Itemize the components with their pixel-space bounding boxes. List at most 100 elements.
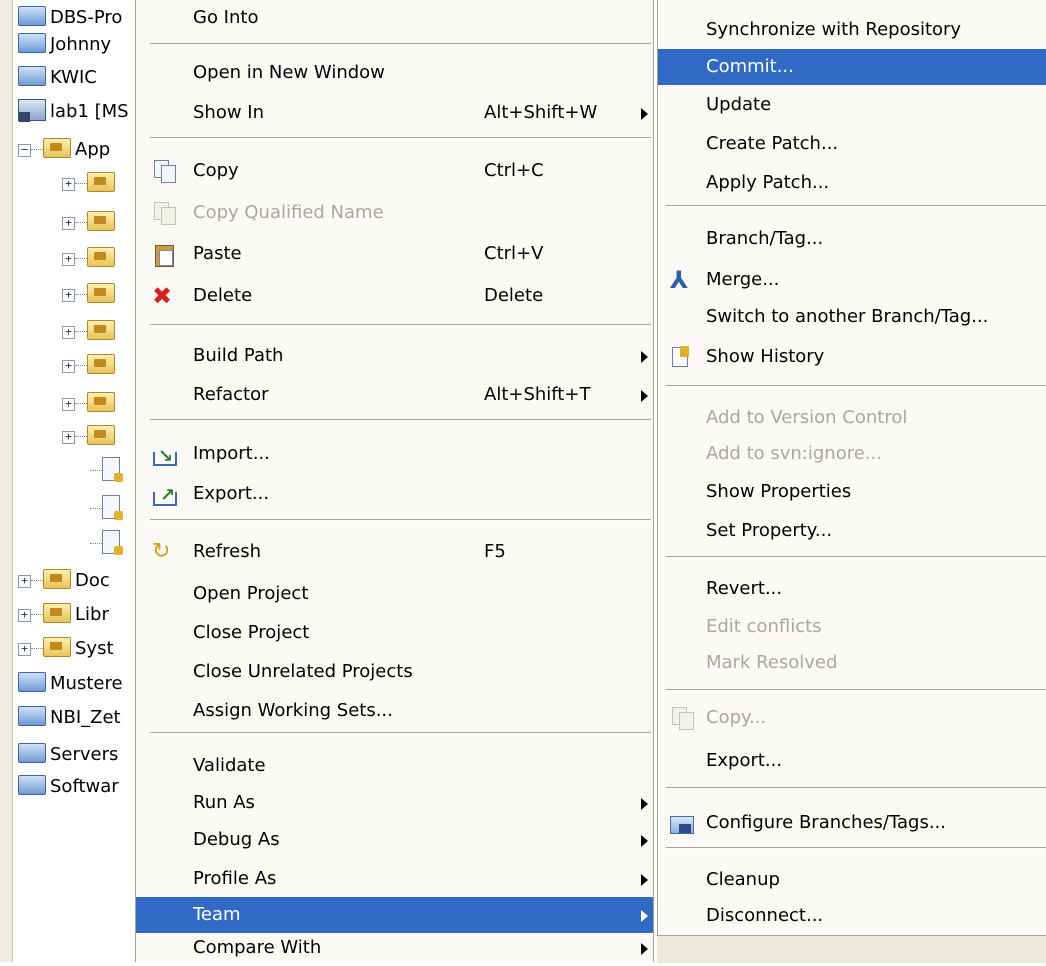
menu-item-show-in[interactable]: Show In Alt+Shift+W	[136, 95, 653, 131]
menu-separator	[150, 324, 651, 326]
package-folder-icon	[87, 247, 115, 267]
menu-item-cleanup[interactable]: Cleanup	[658, 862, 1046, 898]
menu-item-delete[interactable]: ✖ Delete Delete	[136, 278, 653, 314]
menu-item-export[interactable]: Export...	[136, 476, 653, 514]
menu-item-merge[interactable]: ⅄ Merge...	[658, 262, 1046, 298]
package-folder-icon	[43, 637, 71, 657]
menu-item-label: Import...	[193, 443, 270, 464]
submenu-arrow-icon	[641, 835, 648, 847]
expand-toggle-icon[interactable]: +	[18, 575, 31, 588]
menu-item-update[interactable]: Update	[658, 87, 1046, 123]
menu-item-label: Copy Qualified Name	[193, 202, 384, 223]
tree-item[interactable]: − App	[18, 134, 110, 166]
menu-item-paste[interactable]: Paste Ctrl+V	[136, 236, 653, 272]
menu-item-run-as[interactable]: Run As	[136, 785, 653, 821]
menu-item-revert[interactable]: Revert...	[658, 571, 1046, 607]
menu-item-disconnect[interactable]: Disconnect...	[658, 898, 1046, 934]
menu-separator	[150, 137, 651, 139]
merge-icon: ⅄	[670, 266, 689, 294]
expand-toggle-icon[interactable]: +	[18, 609, 31, 622]
expand-toggle-icon[interactable]: +	[18, 643, 31, 656]
menu-item-apply-patch[interactable]: Apply Patch...	[658, 165, 1046, 201]
package-folder-icon	[43, 603, 71, 623]
menu-separator	[666, 689, 1046, 691]
expand-toggle-icon[interactable]: +	[62, 360, 75, 373]
menu-item-copy[interactable]: Copy Ctrl+C	[136, 153, 653, 189]
expand-toggle-icon[interactable]: +	[62, 289, 75, 302]
expand-toggle-icon[interactable]: +	[62, 253, 75, 266]
menu-item-team[interactable]: Team	[136, 897, 653, 933]
menu-item-label: Show Properties	[706, 481, 852, 502]
menu-item-label: Assign Working Sets...	[193, 700, 393, 721]
menu-item-validate[interactable]: Validate	[136, 748, 653, 784]
menu-item-open-in-new-window[interactable]: Open in New Window	[136, 55, 653, 91]
menu-item-build-path[interactable]: Build Path	[136, 338, 653, 374]
tree-item[interactable]: KWIC	[18, 62, 97, 94]
menu-item-configure-branches-tags[interactable]: Configure Branches/Tags...	[658, 805, 1046, 841]
menu-item-label: Add to Version Control	[706, 407, 908, 428]
tree-item[interactable]	[90, 528, 124, 560]
menu-item-go-into[interactable]: Go Into	[136, 0, 653, 36]
menu-item-profile-as[interactable]: Profile As	[136, 861, 653, 897]
tree-item[interactable]: + Libr	[18, 599, 109, 631]
tree-item[interactable]	[90, 493, 124, 525]
tree-item[interactable]: +	[62, 279, 119, 311]
menu-item-label: Update	[706, 94, 772, 115]
menu-item-shortcut: Ctrl+C	[484, 160, 544, 181]
menu-item-show-history[interactable]: Show History	[658, 339, 1046, 375]
tree-item[interactable]: Mustere	[18, 668, 123, 700]
menu-item-label: Show History	[706, 346, 825, 367]
menu-item-import[interactable]: Import...	[136, 436, 653, 475]
menu-item-close-unrelated-projects[interactable]: Close Unrelated Projects	[136, 654, 653, 690]
tree-item[interactable]: +	[62, 388, 119, 420]
tree-item[interactable]: Softwar	[18, 771, 119, 803]
tree-item[interactable]: + Syst	[18, 633, 114, 665]
menu-item-compare-with[interactable]: Compare With	[136, 930, 653, 966]
tree-item[interactable]: +	[62, 421, 119, 453]
collapse-toggle-icon[interactable]: −	[18, 144, 31, 157]
tree-item[interactable]: Servers	[18, 739, 118, 771]
menu-item-label: Merge...	[706, 269, 780, 290]
menu-item-synchronize-with-repository[interactable]: Synchronize with Repository	[658, 12, 1046, 48]
tree-item[interactable]: +	[62, 350, 119, 382]
menu-item-label: Go Into	[193, 7, 259, 28]
menu-item-show-properties[interactable]: Show Properties	[658, 474, 1046, 510]
menu-item-refresh[interactable]: ↻ Refresh F5	[136, 534, 653, 570]
tree-connector-line	[90, 508, 102, 509]
menu-item-label: Synchronize with Repository	[706, 19, 962, 40]
menu-item-refactor[interactable]: Refactor Alt+Shift+T	[136, 377, 653, 413]
tree-item[interactable]: +	[62, 207, 119, 239]
menu-item-label: Paste	[193, 243, 242, 264]
copy-icon	[670, 707, 694, 730]
paste-icon	[152, 243, 176, 267]
tree-connector-line	[75, 222, 87, 223]
menu-item-create-patch[interactable]: Create Patch...	[658, 126, 1046, 162]
tree-item[interactable]: +	[62, 316, 119, 348]
menu-item-label: Revert...	[706, 578, 783, 599]
menu-item-export[interactable]: Export...	[658, 743, 1046, 779]
menu-item-set-property[interactable]: Set Property...	[658, 513, 1046, 549]
menu-item-debug-as[interactable]: Debug As	[136, 822, 653, 858]
menu-item-assign-working-sets[interactable]: Assign Working Sets...	[136, 693, 653, 729]
expand-toggle-icon[interactable]: +	[62, 217, 75, 230]
expand-toggle-icon[interactable]: +	[62, 398, 75, 411]
menu-item-branch-tag[interactable]: Branch/Tag...	[658, 221, 1046, 257]
tree-item-label: Syst	[75, 638, 114, 659]
tree-item[interactable]: +	[62, 168, 119, 200]
submenu-arrow-icon	[641, 910, 648, 922]
menu-item-open-project[interactable]: Open Project	[136, 576, 653, 612]
expand-toggle-icon[interactable]: +	[62, 431, 75, 444]
tree-item[interactable]: NBI_Zet	[18, 702, 121, 734]
menu-item-close-project[interactable]: Close Project	[136, 615, 653, 651]
menu-separator	[666, 787, 1046, 789]
menu-item-switch-to-another-branch-tag[interactable]: Switch to another Branch/Tag...	[658, 299, 1046, 335]
tree-item[interactable]: +	[62, 243, 119, 275]
menu-item-shortcut: Delete	[484, 285, 544, 306]
tree-item[interactable]: + Doc	[18, 565, 110, 597]
expand-toggle-icon[interactable]: +	[62, 178, 75, 191]
tree-item[interactable]: lab1 [MS	[18, 96, 129, 128]
expand-toggle-icon[interactable]: +	[62, 326, 75, 339]
menu-item-commit[interactable]: Commit...	[658, 49, 1046, 85]
tree-item[interactable]	[90, 455, 124, 487]
tree-item[interactable]: Johnny	[18, 29, 111, 61]
